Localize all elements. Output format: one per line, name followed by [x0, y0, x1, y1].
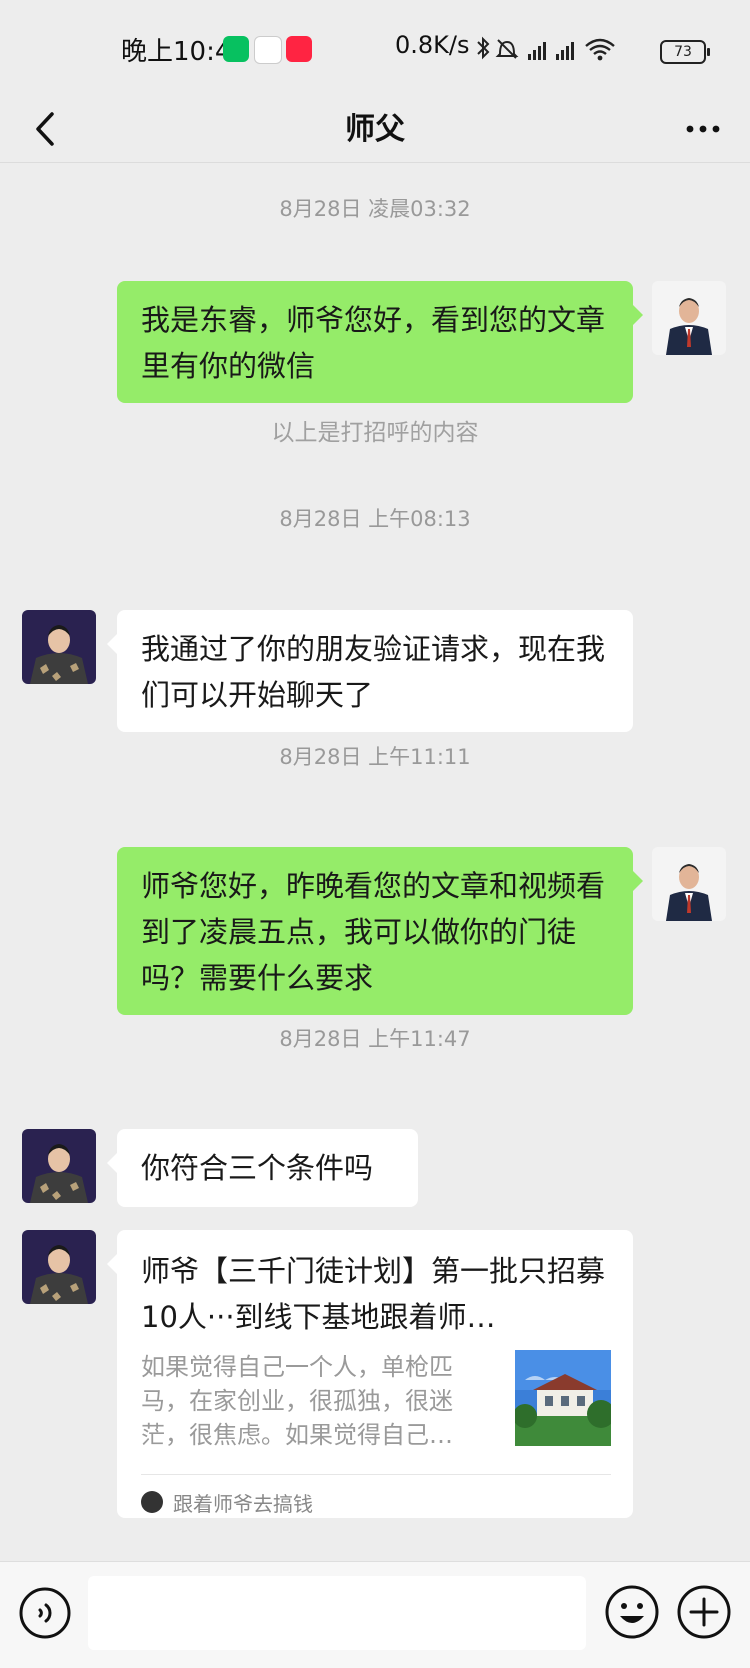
greeting-hint: 以上是打招呼的内容 — [271, 420, 479, 446]
outgoing-message[interactable]: 师爷您好，昨晚看您的文章和视频看到了凌晨五点，我可以做你的门徒吗？需要什么要求 — [117, 847, 643, 1015]
article-card[interactable]: 师爷【三千门徒计划】第一批只招募10人···到线下基地跟着师… 如果觉得自己一个… — [107, 1230, 633, 1518]
message-input[interactable] — [88, 1576, 586, 1650]
outgoing-message[interactable]: 我是东睿，师爷您好，看到您的文章里有你的微信 — [117, 281, 643, 403]
incoming-message[interactable]: 我通过了你的朋友验证请求，现在我们可以开始聊天了 — [107, 610, 633, 732]
my-avatar[interactable] — [652, 847, 726, 921]
timestamp: 8月28日 上午08:13 — [279, 507, 471, 531]
article-thumbnail — [515, 1350, 611, 1446]
plus-icon[interactable] — [676, 1584, 732, 1640]
contact-avatar[interactable] — [22, 1230, 96, 1304]
battery-indicator: 73 — [660, 40, 710, 64]
wechat-notification-icon — [223, 36, 249, 62]
chat-area[interactable]: 8月28日 凌晨03:32 我是东睿，师爷您好，看到您的文章里有你的微信 以上是… — [0, 163, 750, 1561]
timestamp: 8月28日 凌晨03:32 — [279, 197, 471, 221]
source-avatar-icon — [141, 1491, 163, 1513]
timestamp: 8月28日 上午11:47 — [279, 1027, 471, 1051]
more-icon[interactable] — [678, 104, 728, 154]
app-notification-icon — [286, 36, 312, 62]
article-source: 跟着师爷去搞钱 — [141, 1486, 313, 1518]
status-icons — [477, 36, 615, 61]
status-bar: 晚上10:46 0.8K/s 73 — [0, 0, 750, 96]
input-bar — [0, 1561, 750, 1668]
voice-icon[interactable] — [18, 1586, 72, 1640]
my-avatar[interactable] — [652, 281, 726, 355]
emoji-icon[interactable] — [604, 1584, 660, 1640]
chat-header: 师父 — [0, 96, 750, 163]
network-speed: 0.8K/s — [395, 31, 470, 59]
contact-avatar[interactable] — [22, 1129, 96, 1203]
timestamp: 8月28日 上午11:11 — [279, 745, 471, 769]
chat-title: 师父 — [345, 112, 405, 147]
contact-avatar[interactable] — [22, 610, 96, 684]
source-name: 跟着师爷去搞钱 — [173, 1491, 313, 1516]
incoming-message[interactable]: 你符合三个条件吗 — [107, 1129, 418, 1207]
article-title: 师爷【三千门徒计划】第一批只招募10人···到线下基地跟着师… — [141, 1254, 606, 1334]
article-description: 如果觉得自己一个人，单枪匹马，在家创业，很孤独，很迷茫，很焦虑。如果觉得自己… — [141, 1353, 453, 1449]
message-notification-icon — [254, 36, 282, 64]
card-divider — [141, 1474, 611, 1475]
